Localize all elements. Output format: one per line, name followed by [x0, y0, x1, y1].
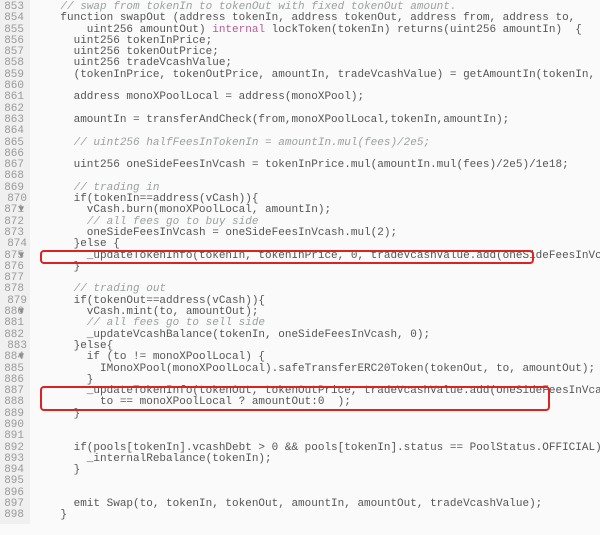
code-line[interactable] — [34, 476, 600, 487]
line-number: 874 ▾ — [2, 239, 24, 250]
code-line[interactable]: _updateVcashBalance(tokenIn, oneSideFees… — [34, 330, 600, 341]
code-line[interactable]: _updateTokenInfo(tokenIn, tokenInPrice, … — [34, 251, 600, 262]
code-line[interactable]: } — [34, 465, 600, 476]
code-line[interactable] — [34, 420, 600, 431]
line-number: 881 — [2, 318, 24, 329]
line-number: 884 — [2, 352, 24, 363]
code-line[interactable]: _internalRebalance(tokenIn); — [34, 454, 600, 465]
line-number: 864 — [2, 126, 24, 137]
code-line[interactable]: address monoXPoolLocal = address(monoXPo… — [34, 92, 600, 103]
code-line[interactable]: amountIn = transferAndCheck(from,monoXPo… — [34, 115, 600, 126]
code-line[interactable] — [34, 431, 600, 442]
line-number: 891 — [2, 431, 24, 442]
line-number: 861 — [2, 92, 24, 103]
code-line[interactable]: } — [34, 262, 600, 273]
code-line[interactable]: uint256 oneSideFeesInVcash = tokenInPric… — [34, 160, 600, 171]
code-line[interactable]: (tokenInPrice, tokenOutPrice, amountIn, … — [34, 70, 600, 81]
code-line[interactable]: function swapOut (address tokenIn, addre… — [34, 13, 600, 24]
line-number: 871 — [2, 205, 24, 216]
code-area[interactable]: // swap from tokenIn to tokenOut with fi… — [30, 0, 600, 524]
line-number: 854 — [2, 13, 24, 24]
line-gutter: 8538548558568578588598608618628638648658… — [0, 0, 30, 524]
code-line[interactable]: // all fees go to sell side — [34, 318, 600, 329]
code-editor[interactable]: 8538548558568578588598608618628638648658… — [0, 0, 600, 524]
code-line[interactable]: to == monoXPoolLocal ? amountOut:0 ); — [34, 397, 600, 408]
code-line[interactable]: // uint256 halfFeesInTokenIn = amountIn.… — [34, 138, 600, 149]
code-line[interactable]: if (to != monoXPoolLocal) { — [34, 352, 600, 363]
code-line[interactable]: }else { — [34, 239, 600, 250]
code-line[interactable]: emit Swap(to, tokenIn, tokenOut, amountI… — [34, 499, 600, 510]
code-line[interactable]: IMonoXPool(monoXPoolLocal).safeTransferE… — [34, 364, 600, 375]
code-line[interactable]: } — [34, 510, 600, 521]
line-number: 898 — [2, 510, 24, 521]
line-number: 888 — [2, 397, 24, 408]
code-line[interactable]: } — [34, 409, 600, 420]
